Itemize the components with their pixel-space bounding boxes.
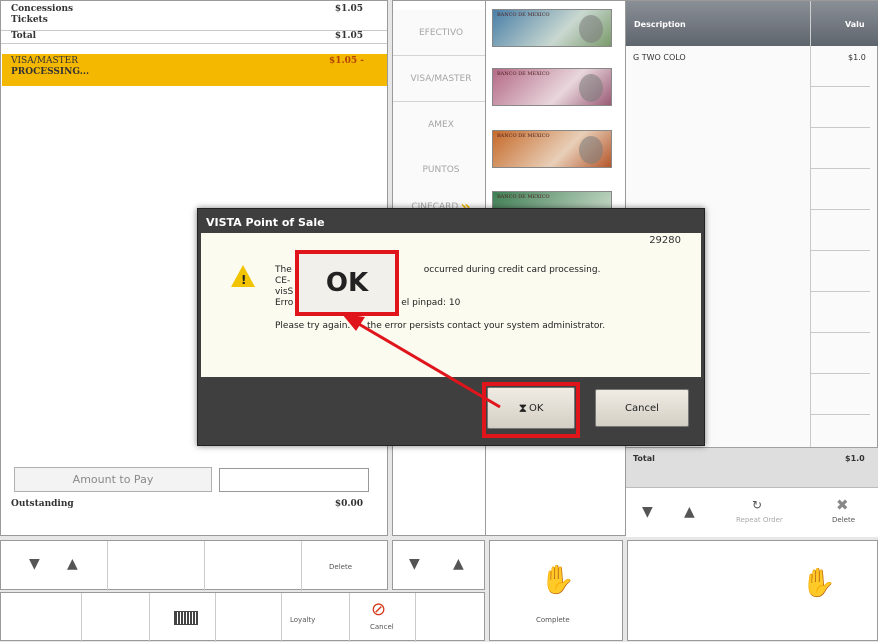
annotation-arrow — [342, 314, 501, 409]
